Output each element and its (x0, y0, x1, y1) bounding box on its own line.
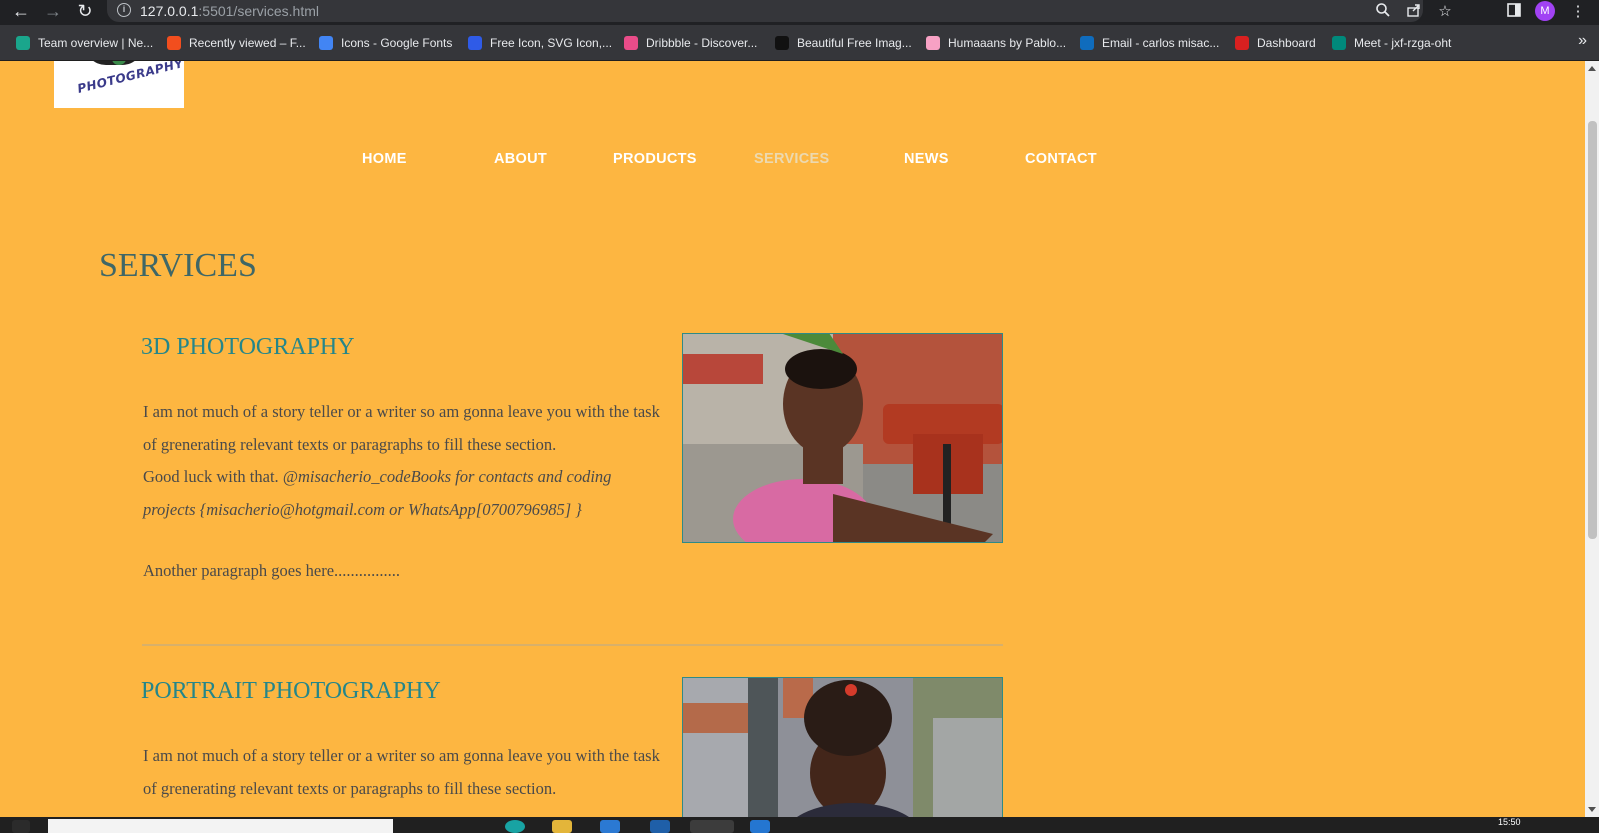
bookmark-favicon-icon (1332, 36, 1346, 50)
description-text: I am not much of a story teller or a wri… (143, 746, 660, 798)
chrome-taskbar-icon[interactable] (690, 820, 734, 833)
bookmark-label: Beautiful Free Imag... (797, 36, 912, 50)
bookmark-star-icon[interactable]: ☆ (1434, 2, 1456, 22)
zoom-icon[interactable] (1372, 2, 1394, 22)
service-description: I am not much of a story teller or a wri… (143, 740, 663, 805)
bookmark-label: Icons - Google Fonts (341, 36, 453, 50)
bookmark-label: Recently viewed – F... (189, 36, 306, 50)
nav-home[interactable]: HOME (362, 151, 407, 167)
bookmark-favicon-icon (1080, 36, 1094, 50)
description-text: I am not much of a story teller or a wri… (143, 402, 660, 454)
bookmarks-overflow-icon[interactable]: » (1578, 32, 1587, 50)
forward-icon[interactable]: → (40, 0, 66, 24)
bookmark-label: Free Icon, SVG Icon,... (490, 36, 613, 50)
os-taskbar: 15:50 (0, 817, 1599, 833)
bookmark-favicon-icon (1235, 36, 1249, 50)
browser-toolbar: ← → ↻ i 127.0.0.1:5501/services.html ☆ M… (0, 0, 1599, 25)
explorer-icon[interactable] (552, 820, 572, 833)
bookmark-label: Humaaans by Pablo... (948, 36, 1067, 50)
bookmark-label: Dribbble - Discover... (646, 36, 758, 50)
share-icon[interactable] (1403, 2, 1425, 22)
section-divider (142, 644, 1003, 646)
bookmark-favicon-icon (624, 36, 638, 50)
scroll-thumb[interactable] (1588, 121, 1597, 539)
app-icon[interactable] (650, 820, 670, 833)
bookmark-label: Dashboard (1257, 36, 1316, 50)
service-description: I am not much of a story teller or a wri… (143, 396, 663, 526)
site-logo[interactable]: PHOTOGRAPHY (54, 61, 184, 108)
bookmark-item[interactable]: Recently viewed – F... (167, 34, 306, 52)
main-nav: HOME ABOUT PRODUCTS SERVICES NEWS CONTAC… (0, 151, 1585, 171)
scroll-up-icon[interactable] (1588, 66, 1596, 71)
bookmark-label: Email - carlos misac... (1102, 36, 1220, 50)
site-info-icon[interactable]: i (117, 3, 131, 17)
bookmark-item[interactable]: Beautiful Free Imag... (775, 34, 912, 52)
address-bar[interactable]: i 127.0.0.1:5501/services.html ☆ (107, 0, 1452, 22)
bookmark-favicon-icon (775, 36, 789, 50)
page-title: SERVICES (99, 247, 257, 284)
url-text[interactable]: 127.0.0.1:5501/services.html (140, 3, 319, 19)
bookmark-favicon-icon (167, 36, 181, 50)
vscode-icon[interactable] (750, 820, 770, 833)
bookmark-favicon-icon (16, 36, 30, 50)
bookmark-favicon-icon (319, 36, 333, 50)
profile-avatar[interactable]: M (1535, 1, 1555, 21)
service-title: 3D PHOTOGRAPHY (141, 334, 355, 360)
nav-about[interactable]: ABOUT (494, 151, 547, 167)
bookmarks-bar: Team overview | Ne... Recently viewed – … (0, 25, 1599, 61)
bookmark-item[interactable]: Icons - Google Fonts (319, 34, 452, 52)
scroll-down-icon[interactable] (1588, 807, 1596, 812)
bookmark-item[interactable]: Humaaans by Pablo... (926, 34, 1066, 52)
nav-news[interactable]: NEWS (904, 151, 949, 167)
taskbar-clock: 15:50 (1498, 817, 1521, 827)
app-icon[interactable] (505, 820, 525, 833)
nav-services[interactable]: SERVICES (754, 151, 829, 167)
back-icon[interactable]: ← (8, 0, 34, 24)
page-viewport: PHOTOGRAPHY HOME ABOUT PRODUCTS SERVICES… (0, 61, 1585, 817)
service-title: PORTRAIT PHOTOGRAPHY (141, 678, 441, 704)
service-extra-paragraph: Another paragraph goes here.............… (143, 561, 401, 580)
bookmark-favicon-icon (926, 36, 940, 50)
service-photo (682, 333, 1003, 543)
bookmark-label: Meet - jxf-rzga-oht (1354, 36, 1452, 50)
url-path: :5501/services.html (198, 3, 319, 19)
bookmark-item[interactable]: Email - carlos misac... (1080, 34, 1219, 52)
nav-contact[interactable]: CONTACT (1025, 151, 1097, 167)
reload-icon[interactable]: ↻ (72, 0, 98, 24)
bookmark-item[interactable]: Team overview | Ne... (16, 34, 153, 52)
app-icon[interactable] (600, 820, 620, 833)
nav-products[interactable]: PRODUCTS (613, 151, 697, 167)
description-lead: Good luck with that. (143, 467, 279, 486)
taskbar-search[interactable] (48, 819, 393, 833)
start-icon[interactable] (12, 820, 30, 833)
bookmark-item[interactable]: Meet - jxf-rzga-oht (1332, 34, 1451, 52)
bookmark-item[interactable]: Free Icon, SVG Icon,... (468, 34, 612, 52)
bookmark-item[interactable]: Dribbble - Discover... (624, 34, 757, 52)
logo-text: PHOTOGRAPHY (75, 61, 184, 96)
menu-dots-icon[interactable]: ⋮ (1567, 2, 1589, 22)
bookmark-label: Team overview | Ne... (38, 36, 154, 50)
service-photo (682, 677, 1003, 817)
bookmark-favicon-icon (468, 36, 482, 50)
url-host: 127.0.0.1 (140, 3, 199, 19)
bookmark-item[interactable]: Dashboard (1235, 34, 1316, 52)
side-panel-icon[interactable] (1503, 2, 1525, 22)
page-scrollbar[interactable] (1585, 61, 1599, 817)
